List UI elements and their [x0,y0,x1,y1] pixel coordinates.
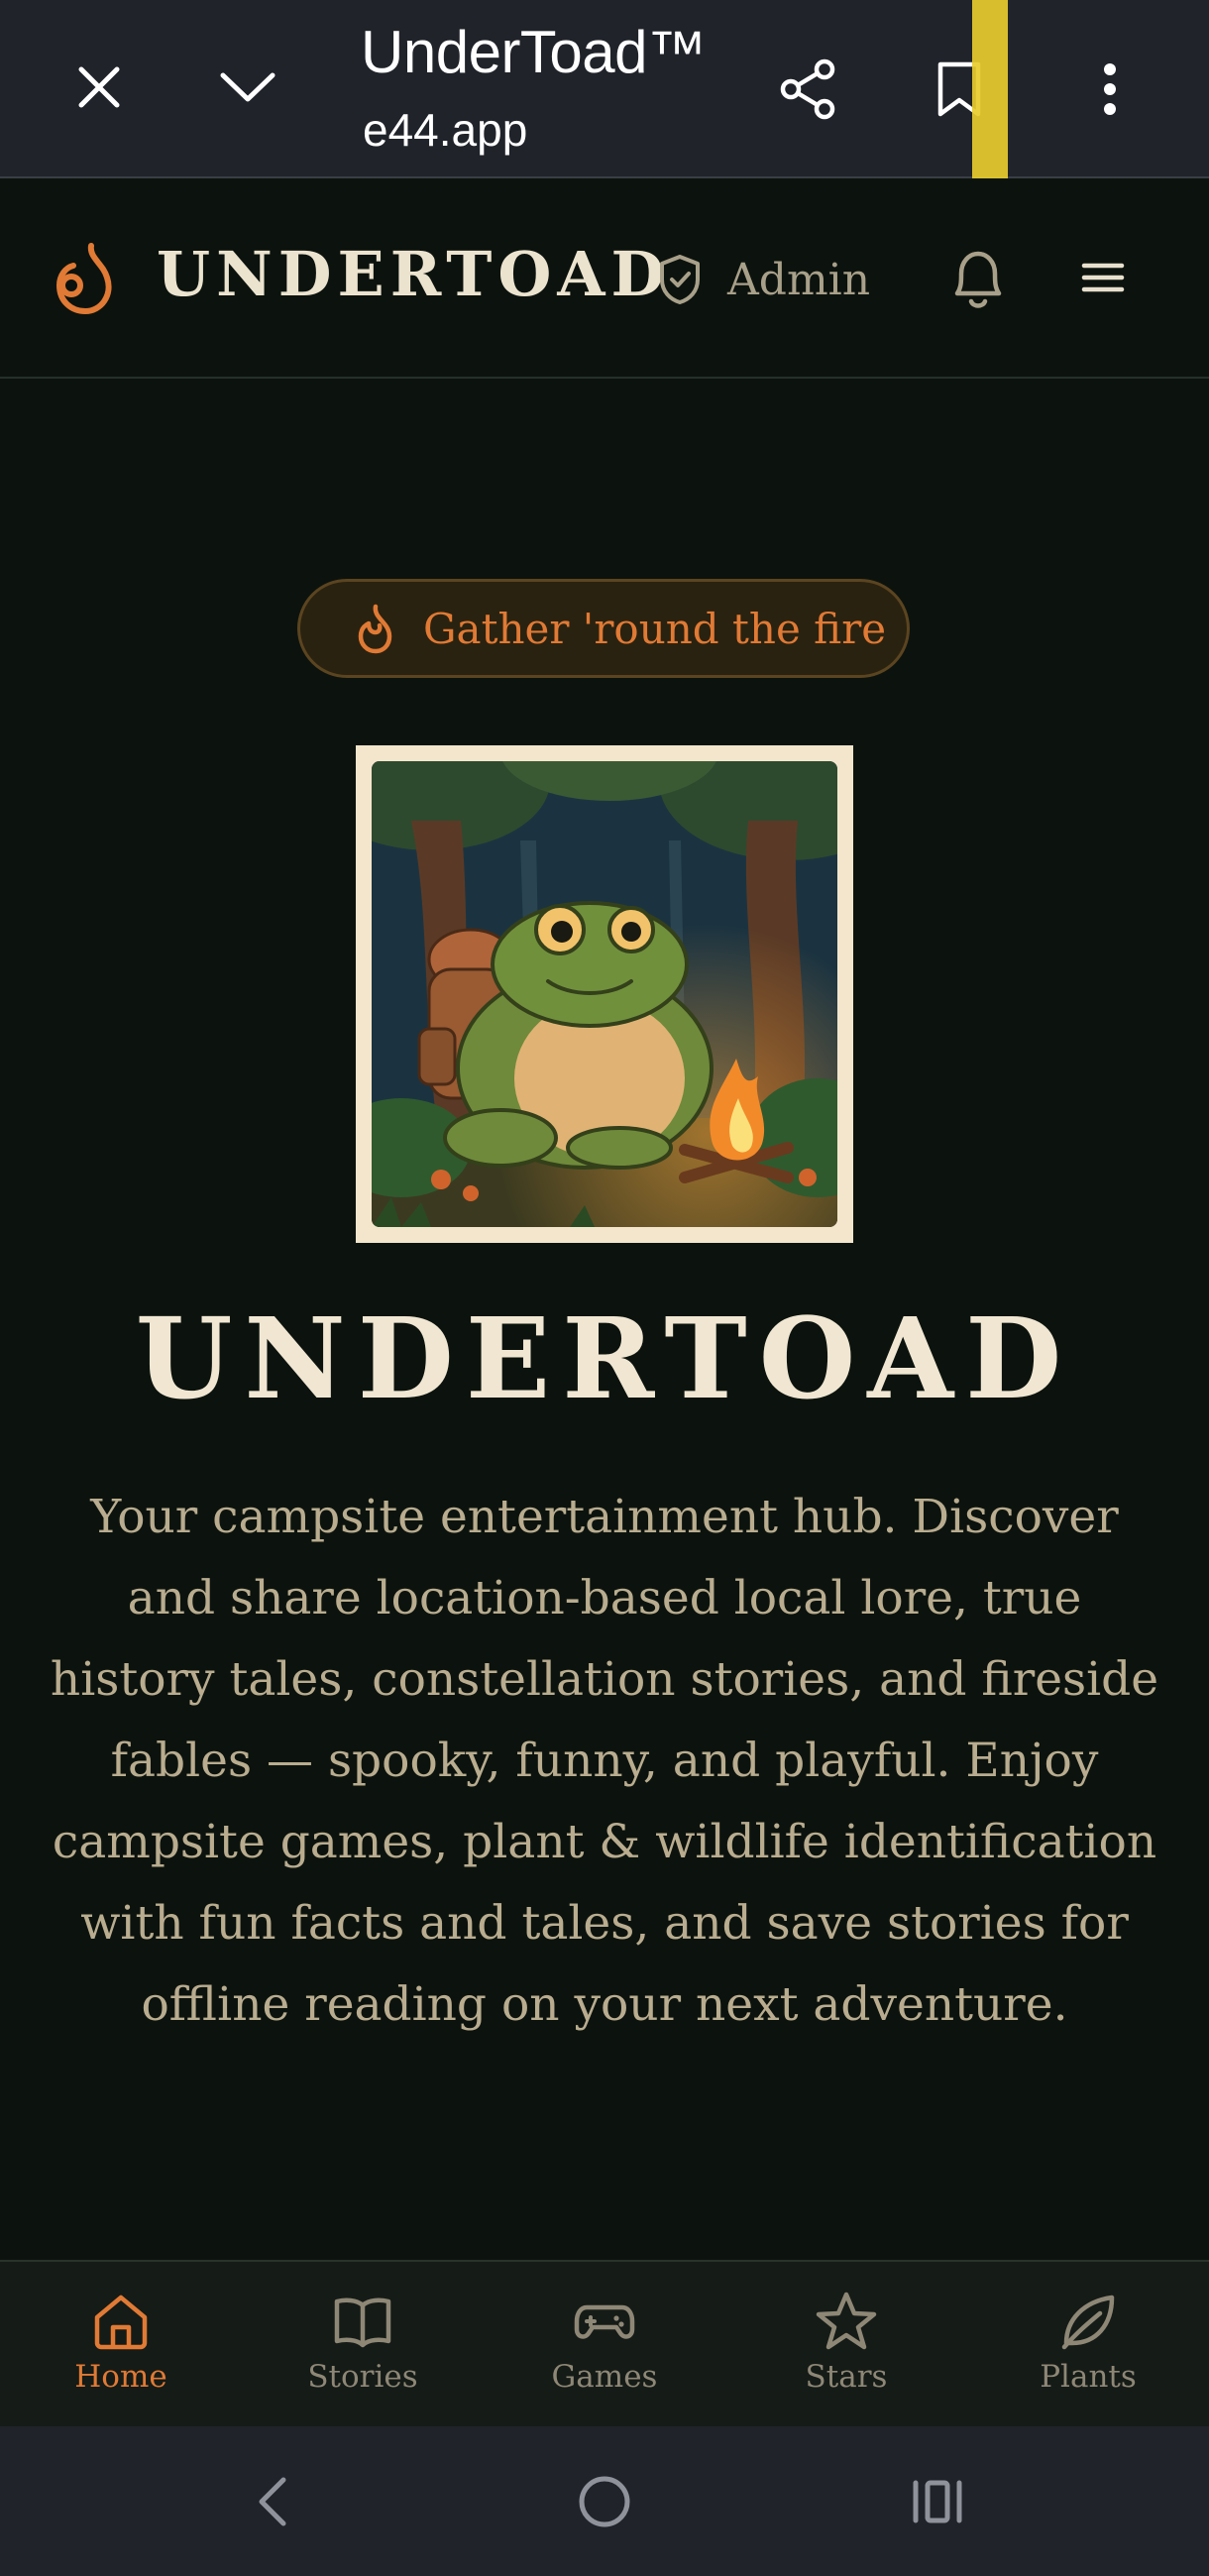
nav-label: Plants [1040,2359,1137,2395]
shield-check-icon [660,255,700,304]
recent-apps-icon[interactable] [898,2464,977,2539]
bell-icon[interactable] [943,240,1013,315]
flame-logo-icon[interactable] [52,240,121,315]
back-icon[interactable] [232,2464,311,2539]
share-icon[interactable] [769,57,848,121]
nav-label: Stories [307,2359,418,2395]
chevron-down-icon[interactable] [208,57,287,117]
home-button-icon[interactable] [565,2464,644,2539]
admin-link[interactable]: Admin [658,240,870,319]
star-icon [816,2292,877,2350]
bottom-navigation: Home Stories Games Stars Plants [0,2260,1209,2428]
brand-name[interactable]: UNDERTOAD [157,238,670,310]
hero-title: UNDERTOAD [135,1294,1074,1424]
nav-label: Games [551,2359,658,2395]
browser-toolbar: UnderToad™ e44.app [0,0,1209,178]
nav-home[interactable]: Home [22,2262,220,2428]
close-tab-icon[interactable] [59,57,139,117]
campfire-badge: Gather 'round the fire [297,579,910,678]
leaf-icon [1061,2295,1115,2350]
nav-stories[interactable]: Stories [264,2262,462,2428]
gamepad-icon [574,2304,635,2339]
hero-description: Your campsite entertainment hub. Discove… [50,1490,1159,2032]
home-icon [94,2295,148,2350]
system-navigation-bar [0,2426,1209,2576]
flame-icon [358,604,392,654]
menu-icon[interactable] [1070,240,1136,315]
url-text: e44.app [363,104,528,156]
nav-label: Stars [805,2359,888,2395]
bookmark-icon[interactable] [920,57,999,121]
url-display[interactable]: e44.app [363,103,527,157]
app-header: UNDERTOAD Admin [0,178,1209,379]
nav-plants[interactable]: Plants [989,2262,1187,2428]
page-title: UnderToad™ [361,19,707,85]
toad-campfire-illustration [312,702,917,1227]
admin-label: Admin [727,254,871,305]
book-icon [334,2297,391,2348]
nav-label: Home [74,2359,167,2395]
more-options-icon[interactable] [1070,57,1150,121]
nav-stars[interactable]: Stars [747,2262,945,2428]
badge-text: Gather 'round the fire [423,604,887,653]
nav-games[interactable]: Games [505,2262,704,2428]
hero-illustration-frame [312,702,917,1243]
